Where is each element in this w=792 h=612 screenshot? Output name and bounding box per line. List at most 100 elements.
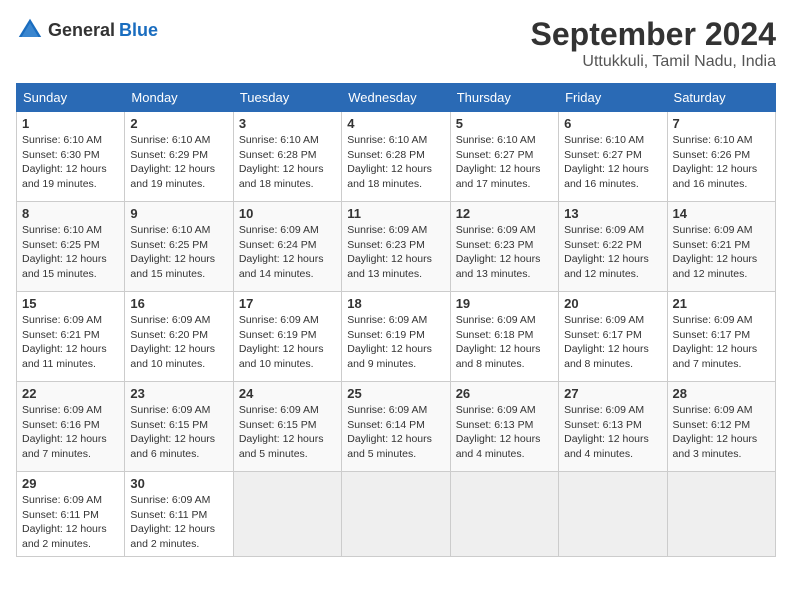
calendar-week-row: 29 Sunrise: 6:09 AMSunset: 6:11 PMDayligh… <box>17 472 776 557</box>
page-header: General Blue September 2024 Uttukkuli, T… <box>16 16 776 71</box>
calendar-cell: 15 Sunrise: 6:09 AMSunset: 6:21 PMDayligh… <box>17 292 125 382</box>
day-number: 22 <box>22 386 119 401</box>
calendar-cell: 24 Sunrise: 6:09 AMSunset: 6:15 PMDayligh… <box>233 382 341 472</box>
calendar-cell: 4 Sunrise: 6:10 AMSunset: 6:28 PMDaylight… <box>342 112 450 202</box>
calendar-cell <box>342 472 450 557</box>
logo-blue-text: Blue <box>119 20 158 41</box>
calendar-cell: 30 Sunrise: 6:09 AMSunset: 6:11 PMDayligh… <box>125 472 233 557</box>
weekday-header-wednesday: Wednesday <box>342 84 450 112</box>
day-info: Sunrise: 6:09 AMSunset: 6:19 PMDaylight:… <box>347 313 444 372</box>
calendar-cell: 19 Sunrise: 6:09 AMSunset: 6:18 PMDayligh… <box>450 292 558 382</box>
calendar-cell: 25Sunrise: 6:09 AMSunset: 6:14 PMDayligh… <box>342 382 450 472</box>
calendar-cell: 22 Sunrise: 6:09 AMSunset: 6:16 PMDayligh… <box>17 382 125 472</box>
calendar-table: SundayMondayTuesdayWednesdayThursdayFrid… <box>16 83 776 557</box>
day-number: 18 <box>347 296 444 311</box>
day-info: Sunrise: 6:10 AMSunset: 6:25 PMDaylight:… <box>130 223 227 282</box>
calendar-cell: 26 Sunrise: 6:09 AMSunset: 6:13 PMDayligh… <box>450 382 558 472</box>
month-title: September 2024 <box>531 16 776 53</box>
calendar-cell: 6Sunrise: 6:10 AMSunset: 6:27 PMDaylight… <box>559 112 667 202</box>
day-number: 20 <box>564 296 661 311</box>
day-number: 21 <box>673 296 770 311</box>
day-number: 15 <box>22 296 119 311</box>
day-number: 1 <box>22 116 119 131</box>
calendar-cell: 13 Sunrise: 6:09 AMSunset: 6:22 PMDayligh… <box>559 202 667 292</box>
day-info: Sunrise: 6:09 AMSunset: 6:20 PMDaylight:… <box>130 313 227 372</box>
day-info: Sunrise: 6:09 AMSunset: 6:15 PMDaylight:… <box>239 403 336 462</box>
day-info: Sunrise: 6:09 AMSunset: 6:18 PMDaylight:… <box>456 313 553 372</box>
day-number: 28 <box>673 386 770 401</box>
day-number: 3 <box>239 116 336 131</box>
day-info: Sunrise: 6:10 AMSunset: 6:28 PMDaylight:… <box>347 133 444 192</box>
calendar-cell <box>667 472 775 557</box>
day-number: 5 <box>456 116 553 131</box>
calendar-cell: 8Sunrise: 6:10 AMSunset: 6:25 PMDaylight… <box>17 202 125 292</box>
day-info: Sunrise: 6:10 AMSunset: 6:30 PMDaylight:… <box>22 133 119 192</box>
day-number: 9 <box>130 206 227 221</box>
calendar-cell <box>559 472 667 557</box>
day-number: 10 <box>239 206 336 221</box>
calendar-cell: 20 Sunrise: 6:09 AMSunset: 6:17 PMDayligh… <box>559 292 667 382</box>
day-info: Sunrise: 6:09 AMSunset: 6:24 PMDaylight:… <box>239 223 336 282</box>
calendar-cell: 14 Sunrise: 6:09 AMSunset: 6:21 PMDayligh… <box>667 202 775 292</box>
logo: General Blue <box>16 16 158 44</box>
weekday-header-monday: Monday <box>125 84 233 112</box>
day-info: Sunrise: 6:09 AMSunset: 6:11 PMDaylight:… <box>130 493 227 552</box>
calendar-week-row: 22 Sunrise: 6:09 AMSunset: 6:16 PMDayligh… <box>17 382 776 472</box>
day-info: Sunrise: 6:10 AMSunset: 6:29 PMDaylight:… <box>130 133 227 192</box>
day-number: 27 <box>564 386 661 401</box>
day-number: 30 <box>130 476 227 491</box>
day-info: Sunrise: 6:09 AMSunset: 6:21 PMDaylight:… <box>673 223 770 282</box>
day-info: Sunrise: 6:09 AMSunset: 6:21 PMDaylight:… <box>22 313 119 372</box>
calendar-cell <box>233 472 341 557</box>
day-info: Sunrise: 6:09 AMSunset: 6:17 PMDaylight:… <box>564 313 661 372</box>
calendar-cell: 23Sunrise: 6:09 AMSunset: 6:15 PMDayligh… <box>125 382 233 472</box>
day-info: Sunrise: 6:09 AMSunset: 6:11 PMDaylight:… <box>22 493 119 552</box>
calendar-cell: 3Sunrise: 6:10 AMSunset: 6:28 PMDaylight… <box>233 112 341 202</box>
day-number: 17 <box>239 296 336 311</box>
day-number: 29 <box>22 476 119 491</box>
calendar-cell: 7 Sunrise: 6:10 AMSunset: 6:26 PMDaylight… <box>667 112 775 202</box>
calendar-cell: 21 Sunrise: 6:09 AMSunset: 6:17 PMDayligh… <box>667 292 775 382</box>
day-info: Sunrise: 6:10 AMSunset: 6:26 PMDaylight:… <box>673 133 770 192</box>
calendar-week-row: 15 Sunrise: 6:09 AMSunset: 6:21 PMDayligh… <box>17 292 776 382</box>
day-number: 23 <box>130 386 227 401</box>
day-number: 4 <box>347 116 444 131</box>
calendar-cell: 11Sunrise: 6:09 AMSunset: 6:23 PMDayligh… <box>342 202 450 292</box>
day-number: 24 <box>239 386 336 401</box>
weekday-header-saturday: Saturday <box>667 84 775 112</box>
day-info: Sunrise: 6:09 AMSunset: 6:14 PMDaylight:… <box>347 403 444 462</box>
calendar-cell: 5 Sunrise: 6:10 AMSunset: 6:27 PMDaylight… <box>450 112 558 202</box>
day-number: 26 <box>456 386 553 401</box>
calendar-cell: 27 Sunrise: 6:09 AMSunset: 6:13 PMDayligh… <box>559 382 667 472</box>
location-title: Uttukkuli, Tamil Nadu, India <box>531 53 776 71</box>
title-block: September 2024 Uttukkuli, Tamil Nadu, In… <box>531 16 776 71</box>
calendar-cell: 17Sunrise: 6:09 AMSunset: 6:19 PMDayligh… <box>233 292 341 382</box>
day-number: 2 <box>130 116 227 131</box>
calendar-cell <box>450 472 558 557</box>
weekday-header-tuesday: Tuesday <box>233 84 341 112</box>
day-number: 13 <box>564 206 661 221</box>
day-number: 16 <box>130 296 227 311</box>
weekday-header-sunday: Sunday <box>17 84 125 112</box>
day-number: 19 <box>456 296 553 311</box>
day-info: Sunrise: 6:10 AMSunset: 6:27 PMDaylight:… <box>564 133 661 192</box>
day-number: 7 <box>673 116 770 131</box>
day-number: 14 <box>673 206 770 221</box>
day-number: 8 <box>22 206 119 221</box>
day-info: Sunrise: 6:09 AMSunset: 6:23 PMDaylight:… <box>347 223 444 282</box>
calendar-week-row: 1 Sunrise: 6:10 AMSunset: 6:30 PMDaylight… <box>17 112 776 202</box>
day-info: Sunrise: 6:09 AMSunset: 6:23 PMDaylight:… <box>456 223 553 282</box>
calendar-cell: 10 Sunrise: 6:09 AMSunset: 6:24 PMDayligh… <box>233 202 341 292</box>
calendar-cell: 29 Sunrise: 6:09 AMSunset: 6:11 PMDayligh… <box>17 472 125 557</box>
calendar-cell: 12Sunrise: 6:09 AMSunset: 6:23 PMDayligh… <box>450 202 558 292</box>
day-info: Sunrise: 6:09 AMSunset: 6:13 PMDaylight:… <box>564 403 661 462</box>
day-info: Sunrise: 6:09 AMSunset: 6:22 PMDaylight:… <box>564 223 661 282</box>
day-info: Sunrise: 6:09 AMSunset: 6:17 PMDaylight:… <box>673 313 770 372</box>
calendar-cell: 1 Sunrise: 6:10 AMSunset: 6:30 PMDaylight… <box>17 112 125 202</box>
day-info: Sunrise: 6:09 AMSunset: 6:16 PMDaylight:… <box>22 403 119 462</box>
logo-icon <box>16 16 44 44</box>
weekday-header-thursday: Thursday <box>450 84 558 112</box>
day-info: Sunrise: 6:10 AMSunset: 6:27 PMDaylight:… <box>456 133 553 192</box>
day-info: Sunrise: 6:09 AMSunset: 6:13 PMDaylight:… <box>456 403 553 462</box>
calendar-cell: 9 Sunrise: 6:10 AMSunset: 6:25 PMDaylight… <box>125 202 233 292</box>
